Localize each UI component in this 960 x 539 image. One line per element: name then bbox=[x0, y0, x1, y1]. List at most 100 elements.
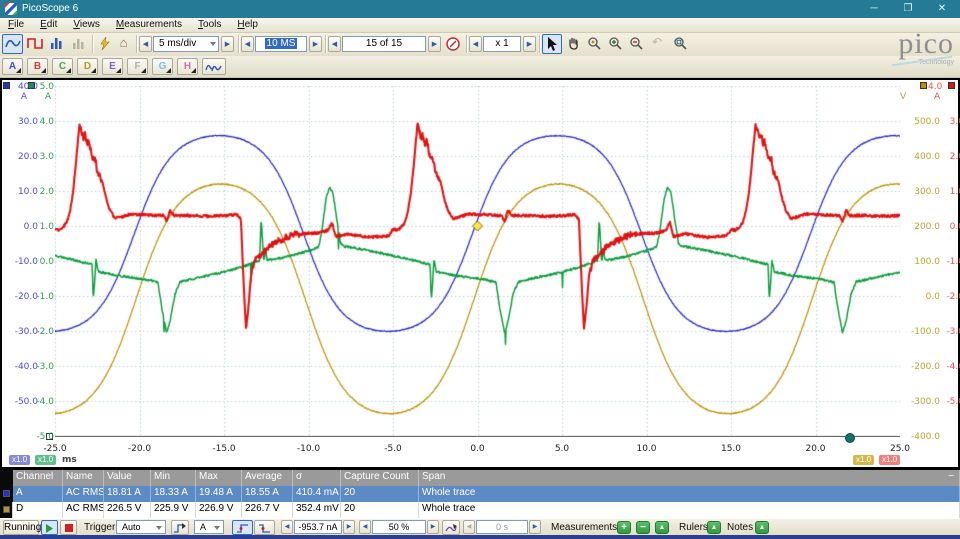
menu-item-edit[interactable]: Edit bbox=[32, 18, 65, 33]
green-axis-tick: 2.0 bbox=[20, 187, 54, 197]
menu-item-views[interactable]: Views bbox=[65, 18, 108, 33]
channel-button-a[interactable]: A bbox=[2, 58, 23, 75]
zoom-out-icon bbox=[630, 37, 643, 50]
magnifier-dot-icon bbox=[588, 37, 601, 50]
zoom-prev-arrow[interactable]: ◀ bbox=[469, 36, 482, 52]
dropdown-corner-icon bbox=[166, 68, 171, 73]
menu-item-help[interactable]: Help bbox=[229, 18, 266, 33]
table-cell: 410.4 mA bbox=[293, 486, 341, 502]
axis-scale-badge[interactable]: x1.0 bbox=[879, 455, 900, 465]
menu-item-file[interactable]: File bbox=[0, 18, 32, 33]
timebase-next-arrow[interactable]: ▶ bbox=[221, 36, 234, 52]
pretrigger-up-arrow[interactable]: ▶ bbox=[427, 520, 439, 534]
status-bar: Running Trigger Auto A ◀ -953.7 nA ▶ ◀ 5… bbox=[0, 518, 960, 535]
buffer-next-arrow[interactable]: ▶ bbox=[428, 36, 441, 52]
axis-scale-badge[interactable]: x1.0 bbox=[35, 455, 56, 465]
channel-button-b[interactable]: B bbox=[27, 58, 48, 75]
buffer-navigator-button[interactable] bbox=[443, 34, 463, 54]
falling-edge-button[interactable] bbox=[254, 520, 275, 535]
measurement-row-d[interactable]: DAC RMS226.5 V225.9 V226.9 V226.7 V352.4… bbox=[0, 502, 960, 518]
start-capture-button[interactable] bbox=[41, 520, 58, 535]
minimize-button[interactable]: ─ bbox=[860, 2, 888, 16]
menu-item-tools[interactable]: Tools bbox=[190, 18, 229, 33]
timebase-select[interactable]: 5 ms/div bbox=[153, 36, 219, 52]
pretrigger-down-arrow[interactable]: ◀ bbox=[359, 520, 371, 534]
zoom-factor-field[interactable]: x 1 bbox=[483, 36, 521, 52]
zoom-in-button[interactable] bbox=[605, 34, 625, 54]
samples-next-arrow[interactable]: ▶ bbox=[309, 36, 322, 52]
channel-button-g[interactable]: G bbox=[152, 58, 173, 75]
measurement-row-a[interactable]: AAC RMS18.81 A18.33 A19.48 A18.55 A410.4… bbox=[0, 486, 960, 502]
running-button[interactable]: Running bbox=[3, 520, 39, 535]
buffer-prev-arrow[interactable]: ◀ bbox=[328, 36, 341, 52]
samples-input[interactable]: 10 MS bbox=[255, 36, 307, 52]
trigger-level-field[interactable]: -953.7 nA bbox=[294, 520, 342, 534]
persistence-mode-button[interactable] bbox=[24, 34, 45, 54]
scope-mode-button[interactable] bbox=[2, 34, 23, 54]
trigger-mode-value: Auto bbox=[122, 522, 141, 532]
trigger-channel-select[interactable]: A bbox=[194, 520, 224, 534]
awg-button[interactable] bbox=[202, 58, 226, 75]
toolbar-separator bbox=[92, 35, 93, 53]
spectrum-mode-button[interactable] bbox=[46, 34, 67, 54]
table-cell: 18.55 A bbox=[242, 486, 293, 502]
restore-button[interactable]: ❐ bbox=[894, 2, 922, 16]
zoom-next-arrow[interactable]: ▶ bbox=[523, 36, 536, 52]
add-measurement-button[interactable]: + bbox=[617, 521, 631, 534]
close-button[interactable]: ✕ bbox=[928, 2, 956, 16]
trigger-wave-icon bbox=[174, 523, 186, 534]
posttrigger-up-arrow[interactable]: ▶ bbox=[529, 520, 541, 534]
table-header-row: ChannelNameValueMinMaxAverageσCapture Co… bbox=[0, 470, 960, 486]
x-axis-tick: -20.0 bbox=[120, 444, 160, 454]
pretrigger-field[interactable]: 50 % bbox=[372, 520, 426, 534]
dropdown-corner-icon bbox=[141, 68, 146, 73]
channel-button-f[interactable]: F bbox=[127, 58, 148, 75]
table-cell: 226.7 V bbox=[242, 502, 293, 518]
stop-capture-button[interactable] bbox=[60, 520, 77, 535]
hand-tool-button[interactable] bbox=[563, 34, 583, 54]
trigger-level-down-arrow[interactable]: ◀ bbox=[281, 520, 293, 534]
axis-scale-badge[interactable]: x1.0 bbox=[853, 455, 874, 465]
trigger-marker-button[interactable] bbox=[171, 520, 189, 535]
channel-button-e[interactable]: E bbox=[102, 58, 123, 75]
timebase-prev-arrow[interactable]: ◀ bbox=[139, 36, 152, 52]
trigger-level-up-arrow[interactable]: ▶ bbox=[343, 520, 355, 534]
dropdown-corner-icon bbox=[41, 68, 46, 73]
channel-button-h[interactable]: H bbox=[177, 58, 198, 75]
zoom-select-tool-button[interactable] bbox=[584, 34, 604, 54]
trigger-delay-button[interactable] bbox=[442, 520, 460, 535]
measurements-panel-button[interactable]: ▲ bbox=[655, 521, 669, 534]
trigger-mode-select[interactable]: Auto bbox=[116, 520, 166, 534]
buffer-position-field[interactable]: 15 of 15 bbox=[342, 36, 426, 52]
zoom-full-button[interactable] bbox=[670, 34, 690, 54]
channel-button-d[interactable]: D bbox=[77, 58, 98, 75]
x-axis-tick: -25.0 bbox=[35, 444, 75, 454]
end-of-trace-marker[interactable] bbox=[845, 433, 855, 443]
remove-measurement-button[interactable]: − bbox=[636, 521, 650, 534]
table-collapse-icon[interactable]: − bbox=[948, 471, 954, 482]
axis-scale-badge[interactable]: x1.0 bbox=[9, 455, 30, 465]
channel-color-square bbox=[3, 490, 10, 497]
channel-d-axis-square[interactable] bbox=[920, 82, 927, 89]
samples-prev-arrow[interactable]: ◀ bbox=[241, 36, 254, 52]
home-view-button[interactable]: ⌂ bbox=[114, 34, 133, 54]
right-axis-unit: A bbox=[934, 92, 960, 102]
menu-item-measurements[interactable]: Measurements bbox=[108, 18, 190, 33]
pointer-tool-button[interactable] bbox=[542, 34, 562, 54]
compass-icon bbox=[446, 37, 460, 51]
rulers-panel-button[interactable]: ▲ bbox=[707, 521, 721, 534]
probe-wizard-button[interactable] bbox=[95, 34, 114, 54]
toolbar-separator bbox=[466, 35, 467, 53]
toolbar-separator bbox=[539, 35, 540, 53]
rising-edge-button[interactable] bbox=[232, 520, 253, 535]
table-cell: 226.5 V bbox=[104, 502, 151, 518]
notes-panel-button[interactable]: ▲ bbox=[755, 521, 769, 534]
red-axis-tick: -2.0 bbox=[930, 292, 960, 302]
waveform-plot[interactable] bbox=[55, 86, 900, 437]
x-axis-tick: 5.0 bbox=[542, 444, 582, 454]
square-wave-icon bbox=[27, 37, 43, 49]
zoom-out-button[interactable] bbox=[626, 34, 646, 54]
red-axis-tick: 0.0 bbox=[930, 222, 960, 232]
notes-label: Notes bbox=[727, 522, 753, 533]
channel-button-c[interactable]: C bbox=[52, 58, 73, 75]
